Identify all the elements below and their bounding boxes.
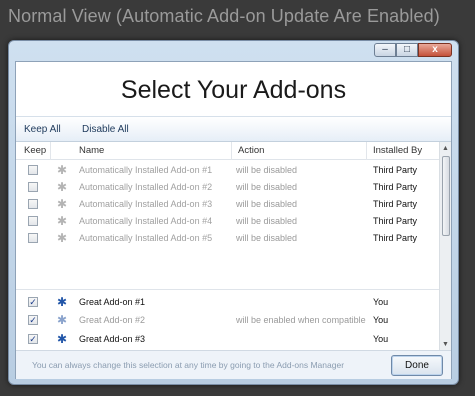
addon-name: Great Add-on #3 (79, 334, 146, 344)
keep-all-button[interactable]: Keep All (24, 124, 61, 135)
puzzle-piece-icon: ✱ (57, 231, 68, 245)
addon-action: will be enabled when compatible (236, 315, 366, 325)
footer-hint: You can always change this selection at … (32, 360, 345, 370)
maximize-button[interactable]: □ (396, 43, 418, 57)
addon-list: ✱ Automatically Installed Add-on #1 will b… (16, 160, 441, 350)
keep-checkbox[interactable] (28, 216, 38, 226)
keep-checkbox[interactable]: ✓ (28, 315, 38, 325)
column-header: Keep Name Action Installed By (16, 142, 441, 160)
list-item[interactable]: ✓ ✱ Great Add-on #2 will be enabled when co… (16, 312, 441, 329)
addon-name: Automatically Installed Add-on #1 (79, 165, 213, 175)
list-item[interactable]: ✓ ✱ Great Add-on #1 You (16, 294, 441, 311)
column-divider[interactable] (50, 142, 51, 160)
window-controls: – □ x (374, 43, 452, 57)
scroll-down-arrow-icon[interactable]: ▼ (442, 341, 449, 348)
column-divider[interactable] (231, 142, 232, 160)
addon-name: Automatically Installed Add-on #3 (79, 199, 213, 209)
list-item[interactable]: ✓ ✱ Great Add-on #3 You (16, 331, 441, 348)
column-header-name[interactable]: Name (79, 145, 104, 156)
addon-action: will be disabled (236, 165, 298, 175)
addon-name: Automatically Installed Add-on #4 (79, 216, 213, 226)
addon-installed-by: You (373, 334, 389, 344)
dialog-footer: You can always change this selection at … (16, 350, 451, 379)
addon-action: will be disabled (236, 199, 298, 209)
scrollbar-thumb[interactable] (442, 156, 450, 236)
addon-installed-by: Third Party (373, 182, 418, 192)
addon-installed-by: Third Party (373, 233, 418, 243)
keep-checkbox[interactable] (28, 199, 38, 209)
addon-name: Automatically Installed Add-on #5 (79, 233, 213, 243)
addons-dialog: – □ x Select Your Add-ons Keep All Disab… (8, 40, 459, 385)
addon-installed-by: Third Party (373, 216, 418, 226)
list-item[interactable]: ✱ Automatically Installed Add-on #1 will b… (16, 162, 441, 179)
keep-checkbox[interactable] (28, 182, 38, 192)
puzzle-piece-icon: ✱ (57, 163, 68, 177)
addon-installed-by: Third Party (373, 165, 418, 175)
addon-name: Great Add-on #1 (79, 297, 146, 307)
puzzle-piece-icon: ✱ (57, 214, 68, 228)
puzzle-piece-icon: ✱ (57, 332, 68, 346)
addon-action: will be disabled (236, 233, 298, 243)
dialog-client-area: Select Your Add-ons Keep All Disable All… (15, 61, 452, 379)
done-button[interactable]: Done (391, 355, 443, 376)
addon-installed-by: You (373, 315, 389, 325)
column-header-keep[interactable]: Keep (24, 145, 46, 156)
list-item[interactable]: ✱ Automatically Installed Add-on #4 will b… (16, 213, 441, 230)
list-item[interactable]: ✱ Automatically Installed Add-on #2 will b… (16, 179, 441, 196)
puzzle-piece-icon: ✱ (57, 313, 68, 327)
keep-checkbox[interactable] (28, 165, 38, 175)
disable-all-button[interactable]: Disable All (82, 124, 129, 135)
view-caption: Normal View (Automatic Add-on Update Are… (8, 6, 440, 26)
column-header-action[interactable]: Action (238, 145, 264, 156)
column-header-installed-by[interactable]: Installed By (373, 145, 422, 156)
group-divider (16, 289, 441, 290)
column-divider[interactable] (366, 142, 367, 160)
addon-name: Automatically Installed Add-on #2 (79, 182, 213, 192)
addon-name: Great Add-on #2 (79, 315, 146, 325)
puzzle-piece-icon: ✱ (57, 295, 68, 309)
dialog-title: Select Your Add-ons (120, 76, 347, 104)
keep-checkbox[interactable]: ✓ (28, 297, 38, 307)
close-button[interactable]: x (418, 43, 452, 57)
puzzle-piece-icon: ✱ (57, 180, 68, 194)
addon-installed-by: Third Party (373, 199, 418, 209)
list-item[interactable]: ✱ Automatically Installed Add-on #3 will b… (16, 196, 441, 213)
keep-checkbox[interactable] (28, 233, 38, 243)
list-item[interactable]: ✱ Automatically Installed Add-on #5 will b… (16, 230, 441, 247)
addon-action: will be disabled (236, 182, 298, 192)
keep-checkbox[interactable]: ✓ (28, 334, 38, 344)
minimize-button[interactable]: – (374, 43, 396, 57)
scroll-up-arrow-icon[interactable]: ▲ (442, 145, 449, 152)
addon-action: will be disabled (236, 216, 298, 226)
toolbar: Keep All Disable All (16, 116, 451, 142)
vertical-scrollbar[interactable]: ▲ ▼ (439, 142, 451, 350)
puzzle-piece-icon: ✱ (57, 197, 68, 211)
addon-installed-by: You (373, 297, 389, 307)
